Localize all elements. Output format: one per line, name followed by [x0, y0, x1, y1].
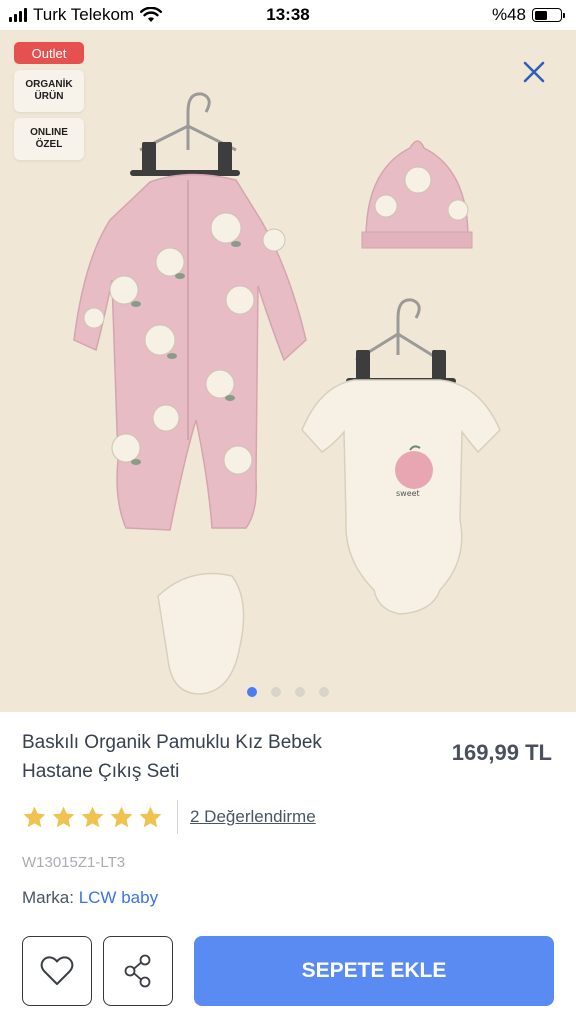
rating-stars: [22, 805, 163, 830]
share-button[interactable]: [103, 936, 173, 1006]
heart-icon: [40, 956, 74, 985]
product-photo: sweet: [73, 92, 501, 695]
gallery-dot[interactable]: [295, 687, 305, 697]
share-icon: [124, 954, 151, 988]
close-icon: [523, 61, 545, 83]
star-icon: [52, 806, 75, 827]
status-right: %48: [491, 5, 565, 25]
star-icon: [110, 806, 133, 827]
gallery-pagination: [0, 687, 576, 697]
gallery-dot[interactable]: [271, 687, 281, 697]
clock: 13:38: [266, 5, 310, 24]
product-sku: W13015Z1-LT3: [22, 854, 126, 871]
brand-label: Marka:: [22, 888, 74, 907]
brand-row: Marka: LCW baby: [22, 888, 158, 908]
favorite-button[interactable]: [22, 936, 92, 1006]
divider: [177, 800, 178, 834]
brand-link[interactable]: LCW baby: [79, 888, 158, 907]
battery-icon: [532, 8, 565, 22]
sleepsuit-shape: [73, 173, 307, 531]
online-exclusive-badge: ONLINE ÖZEL: [14, 118, 84, 160]
product-image-gallery[interactable]: sweet Outlet ORGANİK ÜRÜN ONLINE ÖZEL: [0, 30, 576, 712]
star-icon: [23, 806, 46, 827]
gallery-dot[interactable]: [247, 687, 257, 697]
reviews-link[interactable]: 2 Değerlendirme: [190, 807, 316, 827]
status-bar: Turk Telekom 13:38 %48: [0, 0, 576, 30]
add-to-cart-button[interactable]: SEPETE EKLE: [194, 936, 554, 1006]
star-icon: [81, 806, 104, 827]
close-button[interactable]: [514, 52, 554, 92]
product-price: 169,99 TL: [451, 740, 552, 765]
rating-row: 2 Değerlendirme: [22, 800, 316, 834]
svg-text:sweet: sweet: [396, 489, 420, 498]
star-icon: [139, 806, 162, 827]
outlet-badge: Outlet: [14, 42, 84, 64]
mitten-shape: [157, 572, 245, 695]
product-title: Baskılı Organik Pamuklu Kız Bebek Hastan…: [22, 732, 322, 782]
battery-percent: %48: [491, 5, 526, 24]
organic-product-badge: ORGANİK ÜRÜN: [14, 70, 84, 112]
gallery-dot[interactable]: [319, 687, 329, 697]
